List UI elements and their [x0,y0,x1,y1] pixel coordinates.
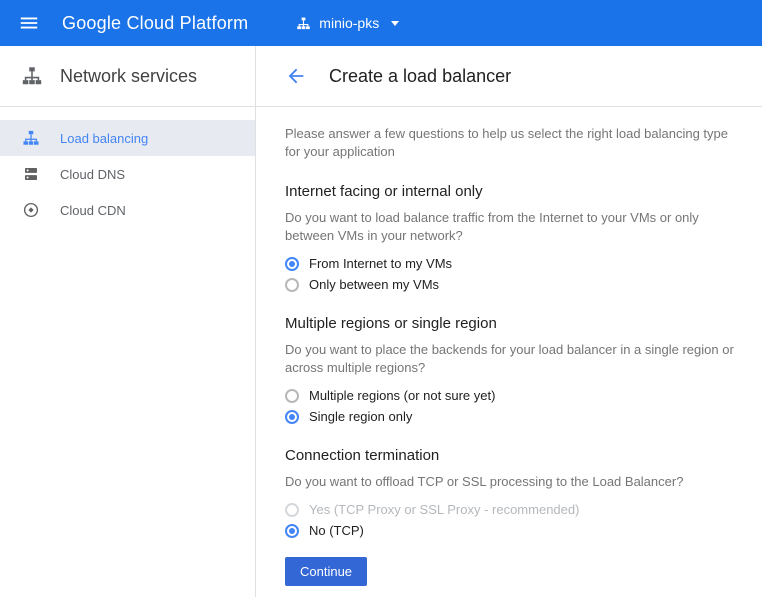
sidebar-title: Network services [60,66,197,87]
radio-label: Only between my VMs [309,277,439,292]
continue-button[interactable]: Continue [285,557,367,586]
radio-icon [285,389,299,403]
wizard-content: Please answer a few questions to help us… [256,107,762,586]
section-heading: Multiple regions or single region [285,315,734,332]
radio-icon [285,278,299,292]
app-title[interactable]: Google Cloud Platform [62,13,248,34]
load-balancing-icon [22,129,40,147]
project-selector[interactable]: minio-pks [296,15,399,31]
network-services-icon [21,65,43,87]
radio-tcp-ssl-proxy[interactable]: Yes (TCP Proxy or SSL Proxy - recommende… [285,501,734,518]
radio-multiple-regions[interactable]: Multiple regions (or not sure yet) [285,387,734,404]
radio-label: Multiple regions (or not sure yet) [309,388,495,403]
radio-icon [285,524,299,538]
dropdown-caret-icon [391,21,399,26]
main-panel: Create a load balancer Please answer a f… [256,46,762,597]
sidebar-item-load-balancing[interactable]: Load balancing [0,120,255,156]
hamburger-menu-icon[interactable] [18,12,40,34]
radio-icon [285,257,299,271]
cloud-cdn-icon [22,201,40,219]
sidebar-item-label: Cloud CDN [60,203,126,218]
main-header: Create a load balancer [256,46,762,107]
arrow-back-icon[interactable] [285,65,307,87]
sidebar: Network services Load balancing [0,46,256,597]
radio-label: From Internet to my VMs [309,256,452,271]
cloud-dns-icon [22,165,40,183]
radio-label: No (TCP) [309,523,364,538]
section-heading: Internet facing or internal only [285,183,734,200]
top-app-bar: Google Cloud Platform minio-pks [0,0,762,46]
radio-label: Single region only [309,409,412,424]
radio-single-region[interactable]: Single region only [285,408,734,425]
section-question: Do you want to load balance traffic from… [285,209,734,245]
sidebar-item-cloud-dns[interactable]: Cloud DNS [0,156,255,192]
page-title: Create a load balancer [329,66,511,87]
sidebar-nav: Load balancing Cloud DNS [0,107,255,228]
radio-icon [285,503,299,517]
intro-text: Please answer a few questions to help us… [285,125,734,161]
sidebar-item-label: Cloud DNS [60,167,125,182]
section-question: Do you want to place the backends for yo… [285,341,734,377]
radio-from-internet[interactable]: From Internet to my VMs [285,255,734,272]
section-internet-facing: Internet facing or internal only Do you … [285,183,734,293]
sidebar-header: Network services [0,46,255,107]
radio-no-tcp[interactable]: No (TCP) [285,522,734,539]
sidebar-item-cloud-cdn[interactable]: Cloud CDN [0,192,255,228]
radio-icon [285,410,299,424]
project-icon [296,16,311,31]
radio-label: Yes (TCP Proxy or SSL Proxy - recommende… [309,502,579,517]
section-connection-termination: Connection termination Do you want to of… [285,447,734,539]
radio-between-vms[interactable]: Only between my VMs [285,276,734,293]
sidebar-item-label: Load balancing [60,131,148,146]
section-regions: Multiple regions or single region Do you… [285,315,734,425]
section-heading: Connection termination [285,447,734,464]
project-name: minio-pks [319,15,379,31]
section-question: Do you want to offload TCP or SSL proces… [285,473,734,491]
